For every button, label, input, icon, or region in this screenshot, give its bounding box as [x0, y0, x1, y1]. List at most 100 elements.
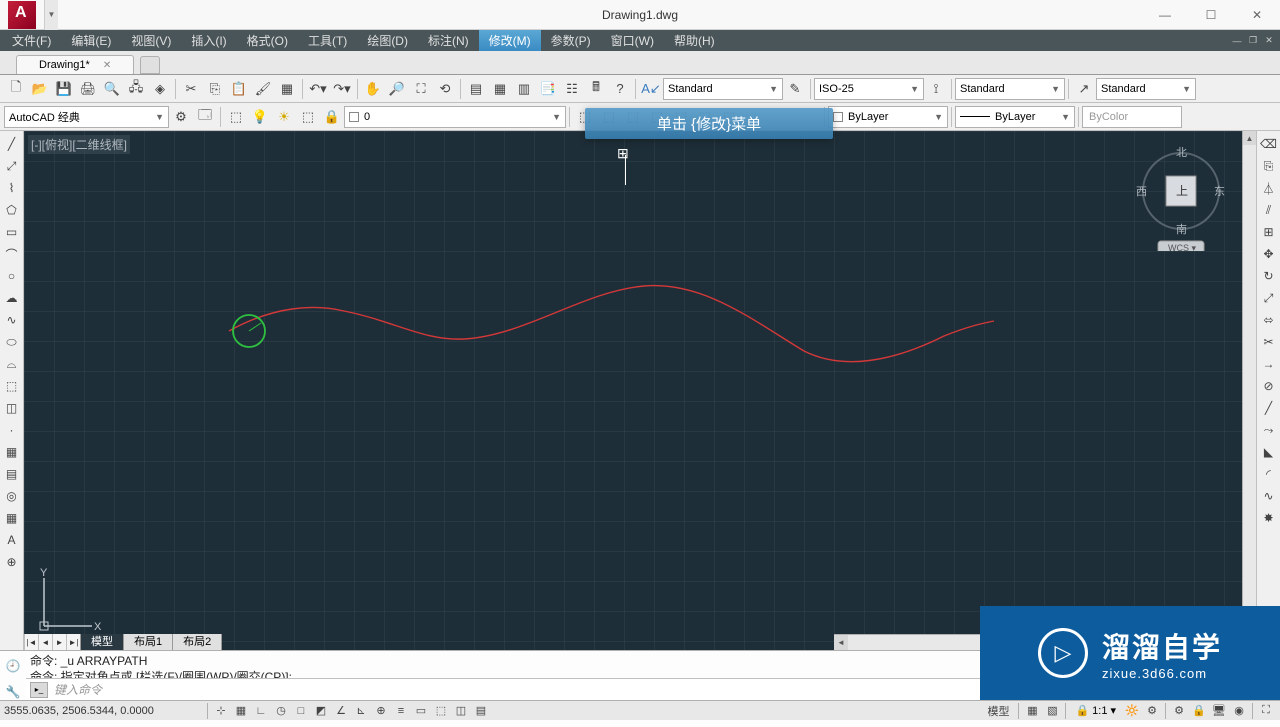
coordinates-display[interactable]: 3555.0635, 2506.5344, 0.0000: [4, 705, 204, 717]
ortho-icon[interactable]: ∟: [251, 702, 271, 720]
spline-icon[interactable]: ∿: [1, 309, 23, 331]
save-icon[interactable]: 💾: [52, 77, 76, 101]
ducs-icon[interactable]: ⊾: [351, 702, 371, 720]
zoom-prev-icon[interactable]: ⟲: [433, 77, 457, 101]
xline-icon[interactable]: ⤢: [1, 155, 23, 177]
rotate-icon[interactable]: ↻: [1258, 265, 1280, 287]
sc-icon[interactable]: ◫: [451, 702, 471, 720]
layer-manage-icon[interactable]: ⬚: [224, 105, 248, 129]
layout-tab-1[interactable]: 布局1: [124, 634, 173, 650]
isolate-icon[interactable]: ◉: [1229, 702, 1249, 720]
app-logo-icon[interactable]: [8, 1, 36, 29]
cmd-prompt-icon[interactable]: ▸_: [30, 682, 48, 698]
osnap-icon[interactable]: □: [291, 702, 311, 720]
insert-block-icon[interactable]: ⬚: [1, 375, 23, 397]
text-style-icon[interactable]: A↙: [639, 77, 663, 101]
ellipse-icon[interactable]: ⬭: [1, 331, 23, 353]
break-point-icon[interactable]: ⊘: [1258, 375, 1280, 397]
3dosnap-icon[interactable]: ◩: [311, 702, 331, 720]
tool-palette-icon[interactable]: ▥: [512, 77, 536, 101]
annotation-scale[interactable]: 🔒 1:1▾: [1069, 704, 1122, 717]
mleader-style-select[interactable]: Standard▼: [1096, 78, 1196, 100]
color-select[interactable]: ByLayer▼: [828, 106, 948, 128]
tpy-icon[interactable]: ▭: [411, 702, 431, 720]
doc-tab-close-icon[interactable]: ✕: [103, 60, 111, 71]
menu-modify[interactable]: 修改(M): [479, 30, 541, 51]
menu-parametric[interactable]: 参数(P): [541, 30, 601, 51]
minimize-button[interactable]: —: [1142, 0, 1188, 29]
doc-restore-icon[interactable]: ❐: [1246, 34, 1260, 48]
anno-auto-icon[interactable]: ⚙: [1142, 702, 1162, 720]
rectangle-icon[interactable]: ▭: [1, 221, 23, 243]
break-icon[interactable]: ╱: [1258, 397, 1280, 419]
clean-screen-icon[interactable]: ⛶: [1256, 702, 1276, 720]
block-icon[interactable]: ▦: [275, 77, 299, 101]
make-block-icon[interactable]: ◫: [1, 397, 23, 419]
scroll-left-icon[interactable]: ◄: [834, 635, 848, 650]
gradient-icon[interactable]: ▤: [1, 463, 23, 485]
doc-close-icon[interactable]: ✕: [1262, 34, 1276, 48]
menu-insert[interactable]: 插入(I): [181, 30, 236, 51]
layout-tab-2[interactable]: 布局2: [173, 634, 222, 650]
cmd-recent-icon[interactable]: 🕘: [2, 655, 24, 677]
ellipse-arc-icon[interactable]: ⌓: [1, 353, 23, 375]
erase-icon[interactable]: ⌫: [1258, 133, 1280, 155]
menu-file[interactable]: 文件(F): [2, 30, 61, 51]
scale-icon[interactable]: ⤢: [1258, 287, 1280, 309]
design-center-icon[interactable]: ▦: [488, 77, 512, 101]
copy-icon[interactable]: ⎘: [203, 77, 227, 101]
workspace-select[interactable]: AutoCAD 经典▼: [4, 106, 169, 128]
layer-lock-icon[interactable]: 🔒: [320, 105, 344, 129]
paste-icon[interactable]: 📋: [227, 77, 251, 101]
mtext-icon[interactable]: A: [1, 529, 23, 551]
trim-icon[interactable]: ✂: [1258, 331, 1280, 353]
layout-next-icon[interactable]: ►: [52, 634, 66, 650]
markup-icon[interactable]: ☷: [560, 77, 584, 101]
calc-icon[interactable]: 🖩: [584, 77, 608, 101]
grid-icon[interactable]: ▦: [231, 702, 251, 720]
drawing-canvas[interactable]: [-][俯视][二维线框] Y X 上 北 南 西 东: [24, 131, 1256, 650]
layout-prev-icon[interactable]: ◄: [38, 634, 52, 650]
stretch-icon[interactable]: ⬄: [1258, 309, 1280, 331]
extend-icon[interactable]: →: [1258, 353, 1280, 375]
3d-icon[interactable]: ◈: [148, 77, 172, 101]
menu-window[interactable]: 窗口(W): [601, 30, 664, 51]
doc-tab-drawing1[interactable]: Drawing1* ✕: [16, 55, 134, 74]
layer-freeze-icon[interactable]: ☀: [272, 105, 296, 129]
undo-icon[interactable]: ↶▾: [306, 77, 330, 101]
properties-icon[interactable]: ▤: [464, 77, 488, 101]
dim-style-select[interactable]: ISO-25▼: [814, 78, 924, 100]
menu-format[interactable]: 格式(O): [237, 30, 298, 51]
sheet-set-icon[interactable]: 📑: [536, 77, 560, 101]
chamfer-icon[interactable]: ◣: [1258, 441, 1280, 463]
publish-icon[interactable]: 🖧: [124, 77, 148, 101]
dyn-icon[interactable]: ⊕: [371, 702, 391, 720]
layout-tab-model[interactable]: 模型: [81, 634, 124, 650]
layer-on-icon[interactable]: 💡: [248, 105, 272, 129]
vertical-scrollbar[interactable]: ▲ ▼: [1242, 131, 1256, 634]
cut-icon[interactable]: ✂: [179, 77, 203, 101]
move-icon[interactable]: ✥: [1258, 243, 1280, 265]
layer-viewport-icon[interactable]: ⬚: [296, 105, 320, 129]
circle-icon[interactable]: ○: [1, 265, 23, 287]
lwt-icon[interactable]: ≡: [391, 702, 411, 720]
am-icon[interactable]: ▤: [471, 702, 491, 720]
viewport-label[interactable]: [-][俯视][二维线框]: [28, 135, 130, 154]
layout-first-icon[interactable]: |◄: [24, 634, 38, 650]
arc-icon[interactable]: ⌒: [1, 243, 23, 265]
polygon-icon[interactable]: ⬠: [1, 199, 23, 221]
zoom-icon[interactable]: 🔎: [385, 77, 409, 101]
linetype-select[interactable]: ByLayer▼: [955, 106, 1075, 128]
new-tab-button[interactable]: [140, 56, 160, 74]
layout-last-icon[interactable]: ►|: [66, 634, 80, 650]
mleader-icon[interactable]: ↗: [1072, 77, 1096, 101]
text-style-select[interactable]: Standard▼: [663, 78, 783, 100]
ws-switch-icon[interactable]: ⚙: [1169, 702, 1189, 720]
region-icon[interactable]: ◎: [1, 485, 23, 507]
otrack-icon[interactable]: ∠: [331, 702, 351, 720]
offset-icon[interactable]: ⫽: [1258, 199, 1280, 221]
array-icon[interactable]: ⊞: [1258, 221, 1280, 243]
qp-icon[interactable]: ⬚: [431, 702, 451, 720]
polyline-icon[interactable]: ⌇: [1, 177, 23, 199]
blend-icon[interactable]: ∿: [1258, 485, 1280, 507]
